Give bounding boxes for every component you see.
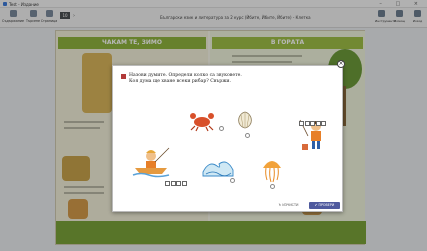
wave-icon: [202, 161, 234, 177]
close-dialog-button[interactable]: ×: [337, 60, 345, 68]
fisherman-left: [131, 144, 171, 180]
fisherman-boat-icon: [132, 147, 170, 178]
wave-connector[interactable]: [230, 178, 235, 183]
reset-button[interactable]: ↻ ИЗЧИСТИ: [273, 202, 304, 209]
jellyfish-connector[interactable]: [270, 184, 275, 189]
check-button[interactable]: ✔ ПРОВЕРИ: [309, 202, 340, 209]
task-icon: [121, 74, 126, 79]
shell-icon: [238, 111, 252, 129]
wave-card[interactable]: [201, 156, 235, 180]
word-boxes-right: [299, 121, 326, 126]
crab-icon: [190, 113, 214, 132]
exercise-dialog: Назови думите. Определи колко са звукове…: [112, 65, 343, 212]
jellyfish-icon: [263, 161, 281, 183]
shell-card[interactable]: [233, 108, 257, 132]
jellyfish-card[interactable]: [260, 156, 284, 184]
crab-connector[interactable]: [219, 126, 224, 131]
exercise-instructions: Назови думите. Определи колко са звукове…: [129, 73, 329, 85]
shell-connector[interactable]: [245, 133, 250, 138]
crab-card[interactable]: [187, 108, 217, 132]
instruction-line-2: Коя дума ще хване всеки рибар? Свържи.: [129, 79, 231, 84]
word-boxes-left: [165, 181, 187, 186]
